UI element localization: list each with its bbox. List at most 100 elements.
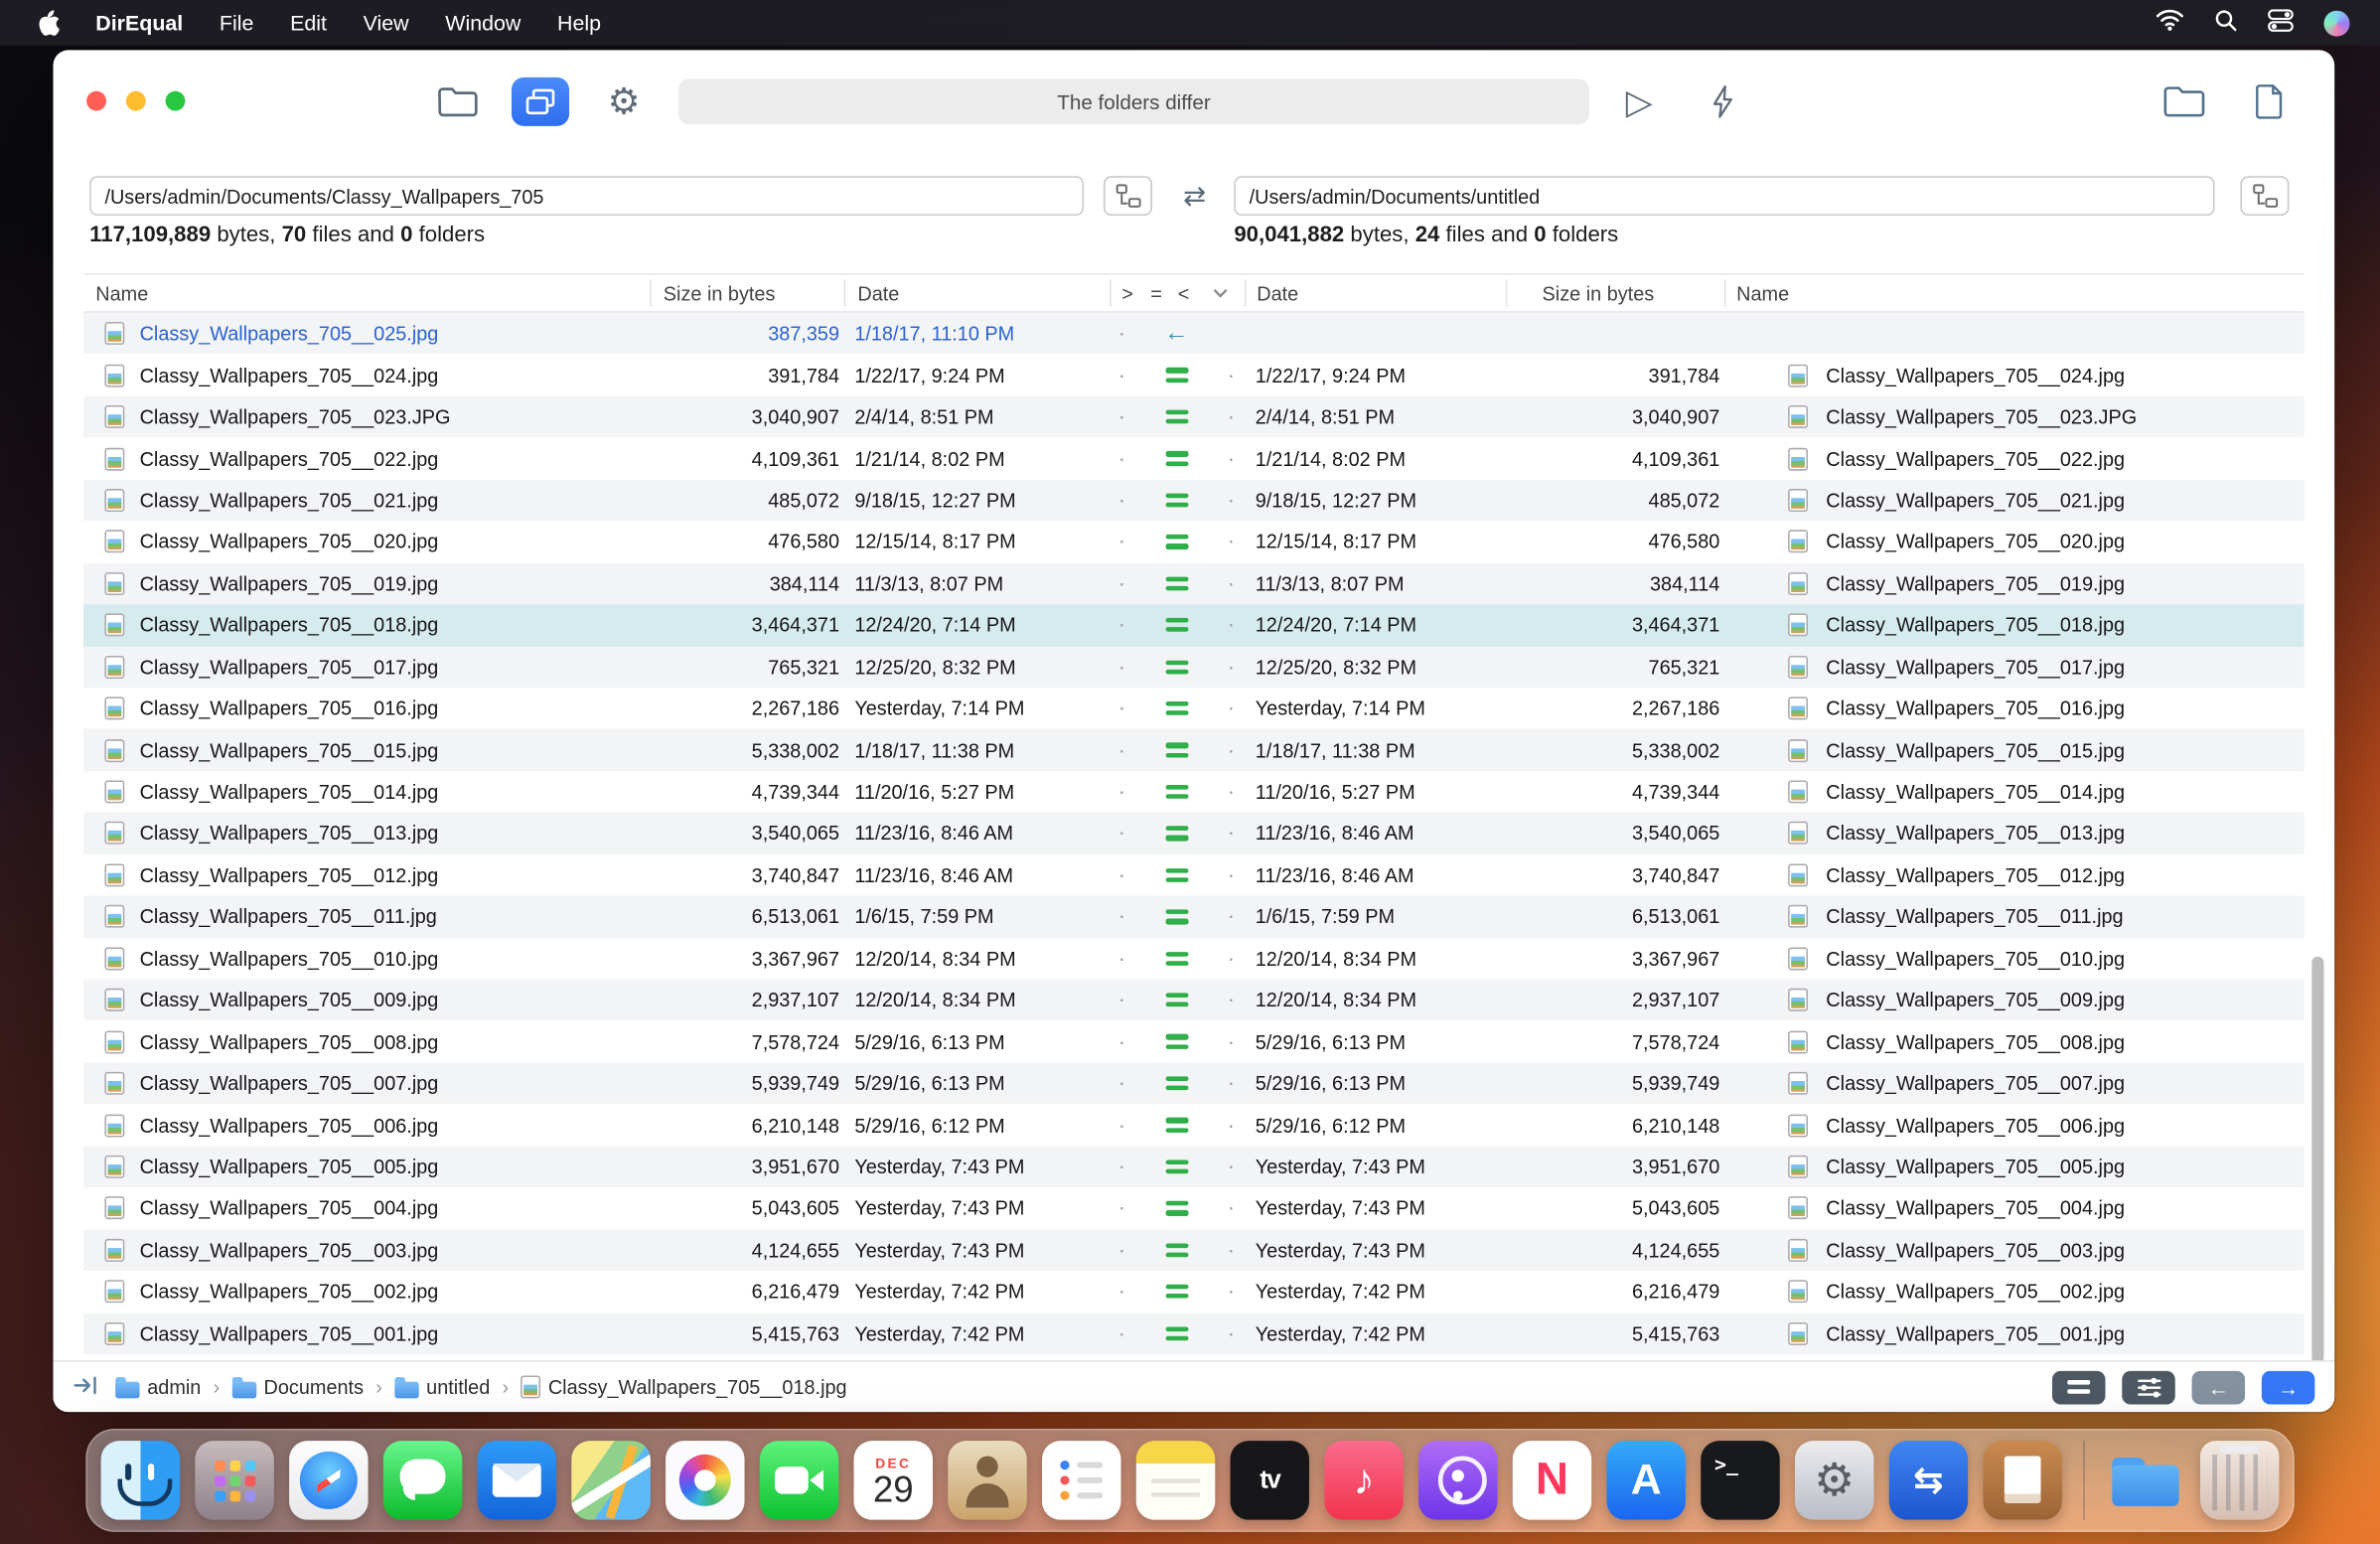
- right-browse-tree-button[interactable]: [2240, 176, 2290, 216]
- right-file-size: 6,210,148: [1631, 1113, 1720, 1137]
- table-row[interactable]: Classy_Wallpapers_705__011.jpg 6,513,061…: [83, 895, 2305, 938]
- quick-sync-button[interactable]: [1702, 75, 1744, 129]
- dock-reminders-icon[interactable]: [1042, 1441, 1121, 1520]
- siri-icon[interactable]: [2323, 9, 2350, 36]
- header-less-filter[interactable]: <: [1178, 275, 1190, 312]
- select-folders-button[interactable]: [426, 75, 487, 129]
- left-path-input[interactable]: [89, 176, 1085, 216]
- left-browse-tree-button[interactable]: [1103, 176, 1152, 216]
- dock-podcasts-icon[interactable]: [1418, 1441, 1498, 1520]
- dock-settings-icon[interactable]: ⚙: [1794, 1441, 1874, 1520]
- dock-contacts-icon[interactable]: [948, 1441, 1027, 1520]
- settings-gear-button[interactable]: ⚙: [593, 75, 654, 129]
- dock-photos-icon[interactable]: [666, 1441, 745, 1520]
- table-row[interactable]: Classy_Wallpapers_705__012.jpg 3,740,847…: [83, 854, 2305, 896]
- right-file-date: 2/4/14, 8:51 PM: [1255, 405, 1395, 429]
- dock-trash-icon[interactable]: [2199, 1441, 2280, 1520]
- table-row[interactable]: Classy_Wallpapers_705__001.jpg 5,415,763…: [83, 1312, 2305, 1354]
- table-row[interactable]: Classy_Wallpapers_705__017.jpg 765,321 1…: [83, 646, 2305, 689]
- dock-facetime-icon[interactable]: [759, 1441, 839, 1520]
- apple-menu-icon[interactable]: [18, 9, 77, 37]
- menu-item-edit[interactable]: Edit: [272, 11, 346, 35]
- dock-messages-icon[interactable]: [382, 1441, 463, 1520]
- show-equal-items-button[interactable]: [2051, 1370, 2106, 1404]
- control-center-icon[interactable]: [2268, 9, 2294, 37]
- header-left-date[interactable]: Date: [857, 275, 899, 312]
- dock-downloads-icon[interactable]: [2106, 1441, 2184, 1519]
- table-row[interactable]: Classy_Wallpapers_705__025.jpg 387,359 1…: [83, 312, 2305, 355]
- table-row[interactable]: Classy_Wallpapers_705__020.jpg 476,580 1…: [83, 521, 2305, 562]
- table-row[interactable]: Classy_Wallpapers_705__013.jpg 3,540,065…: [83, 812, 2305, 854]
- report-document-button[interactable]: [2240, 73, 2298, 130]
- reveal-in-finder-icon[interactable]: [73, 1373, 100, 1401]
- table-row[interactable]: Classy_Wallpapers_705__019.jpg 384,114 1…: [83, 562, 2305, 605]
- image-file-icon: [1788, 780, 1808, 804]
- dock-launchpad-icon[interactable]: [195, 1441, 274, 1520]
- right-path-input[interactable]: [1234, 176, 2215, 216]
- table-row[interactable]: Classy_Wallpapers_705__016.jpg 2,267,186…: [83, 688, 2305, 729]
- vertical-scrollbar[interactable]: [2311, 956, 2324, 1364]
- dock-direqual-icon[interactable]: ⇆: [1888, 1441, 1969, 1520]
- dock-docapp-icon[interactable]: [1983, 1441, 2062, 1520]
- header-right-date[interactable]: Date: [1257, 275, 1298, 312]
- diff-status-icon: [1155, 980, 1198, 1021]
- dock-mail-icon[interactable]: [477, 1441, 557, 1520]
- header-right-size[interactable]: Size in bytes: [1543, 275, 1655, 312]
- breadcrumb-item[interactable]: untitled: [394, 1375, 490, 1398]
- header-greater-filter[interactable]: >: [1121, 275, 1133, 312]
- menu-item-view[interactable]: View: [345, 11, 427, 35]
- table-row[interactable]: Classy_Wallpapers_705__003.jpg 4,124,655…: [83, 1229, 2305, 1272]
- table-row[interactable]: Classy_Wallpapers_705__014.jpg 4,739,344…: [83, 771, 2305, 813]
- dock-safari-icon[interactable]: [289, 1441, 369, 1520]
- table-row[interactable]: Classy_Wallpapers_705__010.jpg 3,367,967…: [83, 938, 2305, 980]
- breadcrumb-item[interactable]: Documents: [231, 1375, 364, 1398]
- dock-notes-icon[interactable]: [1135, 1441, 1216, 1520]
- zoom-window-button[interactable]: [165, 90, 186, 111]
- table-row[interactable]: Classy_Wallpapers_705__008.jpg 7,578,724…: [83, 1021, 2305, 1063]
- menu-item-window[interactable]: Window: [427, 11, 539, 35]
- table-row[interactable]: Classy_Wallpapers_705__021.jpg 485,072 9…: [83, 479, 2305, 522]
- table-row[interactable]: Classy_Wallpapers_705__009.jpg 2,937,107…: [83, 979, 2305, 1021]
- header-left-size[interactable]: Size in bytes: [664, 275, 776, 312]
- dock-calendar-icon[interactable]: DEC 29: [853, 1441, 934, 1520]
- dock-terminal-icon[interactable]: >_: [1701, 1441, 1780, 1520]
- image-file-icon: [1788, 364, 1808, 387]
- wifi-icon[interactable]: [2156, 9, 2184, 37]
- table-row[interactable]: Classy_Wallpapers_705__024.jpg 391,784 1…: [83, 355, 2305, 396]
- table-row[interactable]: Classy_Wallpapers_705__004.jpg 5,043,605…: [83, 1187, 2305, 1229]
- breadcrumb-item[interactable]: Classy_Wallpapers_705__018.jpg: [521, 1375, 847, 1399]
- dock-music-icon[interactable]: ♪: [1324, 1441, 1404, 1520]
- menu-item-help[interactable]: Help: [539, 11, 620, 35]
- table-row[interactable]: Classy_Wallpapers_705__023.JPG 3,040,907…: [83, 395, 2305, 438]
- dock-finder-icon[interactable]: [100, 1441, 181, 1520]
- table-row[interactable]: Classy_Wallpapers_705__018.jpg 3,464,371…: [83, 604, 2305, 647]
- menu-item-file[interactable]: File: [202, 11, 272, 35]
- table-row[interactable]: Classy_Wallpapers_705__007.jpg 5,939,749…: [83, 1062, 2305, 1105]
- filter-options-button[interactable]: [2122, 1370, 2175, 1404]
- compare-button[interactable]: [511, 77, 570, 126]
- header-equal-filter[interactable]: =: [1150, 275, 1162, 312]
- dock-news-icon[interactable]: N: [1512, 1441, 1592, 1520]
- dock-appstore-icon[interactable]: A: [1606, 1441, 1686, 1520]
- table-row[interactable]: Classy_Wallpapers_705__006.jpg 6,210,148…: [83, 1104, 2305, 1146]
- swap-sides-button[interactable]: ⇄: [1170, 176, 1219, 216]
- table-row[interactable]: Classy_Wallpapers_705__022.jpg 4,109,361…: [83, 438, 2305, 480]
- header-left-name[interactable]: Name: [95, 275, 148, 312]
- minimize-window-button[interactable]: [125, 90, 146, 111]
- dock-tv-icon[interactable]: tv: [1230, 1441, 1309, 1520]
- breadcrumb-item[interactable]: admin: [115, 1375, 201, 1398]
- close-window-button[interactable]: [86, 90, 106, 111]
- table-row[interactable]: Classy_Wallpapers_705__005.jpg 3,951,670…: [83, 1146, 2305, 1188]
- table-row[interactable]: Classy_Wallpapers_705__002.jpg 6,216,479…: [83, 1271, 2305, 1312]
- previous-difference-button[interactable]: ←: [2191, 1370, 2246, 1404]
- dock-maps-icon[interactable]: [571, 1441, 651, 1520]
- menu-app-name[interactable]: DirEqual: [77, 11, 202, 35]
- reveal-folder-button[interactable]: [2153, 76, 2216, 127]
- header-right-name[interactable]: Name: [1736, 275, 1789, 312]
- next-difference-button[interactable]: →: [2261, 1370, 2315, 1404]
- bytes-label: bytes,: [217, 223, 276, 248]
- spotlight-search-icon[interactable]: [2214, 9, 2237, 37]
- run-comparison-button[interactable]: ▷: [1616, 76, 1662, 127]
- chevron-down-icon[interactable]: [1213, 275, 1228, 312]
- table-row[interactable]: Classy_Wallpapers_705__015.jpg 5,338,002…: [83, 729, 2305, 771]
